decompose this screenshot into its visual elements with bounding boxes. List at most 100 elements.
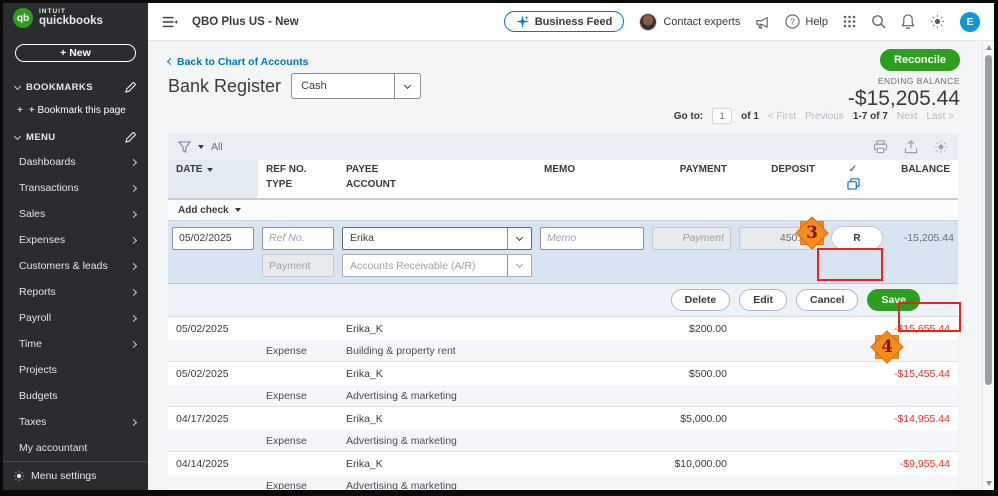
annotation-step-3-marker: 3: [794, 215, 830, 251]
cancel-button[interactable]: Cancel: [796, 289, 859, 311]
top-navigation: QBO Plus US - New Business Feed Contact …: [148, 3, 994, 41]
new-button[interactable]: + New: [15, 43, 136, 62]
sort-caret-icon: [207, 168, 214, 172]
chevron-down-icon[interactable]: [507, 227, 531, 249]
filter-all-label[interactable]: All: [211, 141, 223, 153]
table-settings-gear-icon[interactable]: [934, 140, 948, 154]
chevron-left-icon: [166, 57, 175, 66]
chevron-right-icon: [129, 288, 138, 296]
apps-grid-icon[interactable]: [843, 15, 856, 28]
help-question-icon: ?: [785, 14, 800, 29]
settings-gear-icon[interactable]: [930, 14, 945, 29]
copy-icon[interactable]: [846, 178, 860, 190]
sidebar-item-sales[interactable]: Sales: [3, 201, 148, 227]
scroll-up-arrow-icon[interactable]: [986, 45, 992, 50]
megaphone-icon[interactable]: [755, 15, 770, 29]
next-page-link[interactable]: Next: [897, 111, 918, 122]
sidebar-item-customers-leads[interactable]: Customers & leads: [3, 253, 148, 279]
chevron-right-icon: [129, 158, 138, 166]
type-input: [262, 254, 334, 277]
back-to-chart-of-accounts-link[interactable]: Back to Chart of Accounts: [166, 56, 308, 68]
quickbooks-logo[interactable]: qb INTUIT quickbooks: [3, 3, 148, 34]
chevron-down-icon[interactable]: [507, 255, 531, 276]
ending-balance-label: ENDING BALANCE: [877, 76, 960, 86]
edit-pencil-icon[interactable]: [125, 82, 136, 93]
print-icon[interactable]: [873, 140, 888, 154]
ref-no-input[interactable]: [262, 226, 334, 250]
search-icon[interactable]: [871, 14, 886, 29]
edit-pencil-icon[interactable]: [125, 132, 136, 143]
bookmark-this-page[interactable]: + + Bookmark this page: [3, 99, 148, 126]
page-number-input[interactable]: 1: [712, 108, 733, 124]
plus-icon: +: [17, 105, 23, 116]
qb-logo-icon: qb: [13, 8, 33, 29]
sidebar-item-dashboards[interactable]: Dashboards: [3, 149, 148, 175]
sidebar-item-projects[interactable]: Projects: [3, 357, 148, 383]
annotation-step-4-marker: 4: [869, 329, 905, 365]
scrollbar-thumb[interactable]: [985, 55, 992, 385]
payee-combobox[interactable]: Erika: [342, 226, 532, 250]
caret-down-icon: [234, 208, 241, 212]
sidebar-item-time[interactable]: Time: [3, 331, 148, 357]
column-header-balance: BALANCE: [901, 164, 950, 175]
business-feed-button[interactable]: Business Feed: [503, 11, 625, 32]
sidebar-item-reports[interactable]: Reports: [3, 279, 148, 305]
chevron-right-icon: [129, 418, 138, 426]
chevron-right-icon: [129, 340, 138, 348]
account-dropdown[interactable]: Accounts Receivable (A/R): [342, 254, 532, 277]
account-select[interactable]: Cash: [291, 73, 422, 99]
app-window: qb INTUIT quickbooks + New BOOKMARKS + +…: [0, 0, 998, 496]
first-page-link[interactable]: < First: [768, 111, 796, 122]
table-header-row: DATE REF NO. TYPE PAYEE ACCOUNT MEMO PAY…: [168, 160, 958, 200]
column-header-payee-account: PAYEE ACCOUNT: [346, 164, 396, 190]
reconcile-button[interactable]: Reconcile: [880, 49, 960, 71]
ending-balance-value: -$15,205.44: [847, 87, 960, 110]
user-avatar[interactable]: E: [960, 11, 980, 32]
notifications-bell-icon[interactable]: [901, 14, 915, 29]
chevron-down-icon: [394, 74, 420, 98]
column-header-ref-type: REF NO. TYPE: [266, 164, 307, 190]
sidebar-item-expenses[interactable]: Expenses: [3, 227, 148, 253]
sidebar-item-my-accountant[interactable]: My accountant: [3, 435, 148, 461]
sidebar-item-budgets[interactable]: Budgets: [3, 383, 148, 409]
chevron-right-icon: [129, 210, 138, 218]
edit-row-balance: -15,205.44: [903, 232, 954, 244]
memo-input[interactable]: [540, 226, 644, 250]
filter-bar: All: [168, 134, 958, 160]
sidebar: qb INTUIT quickbooks + New BOOKMARKS + +…: [3, 3, 148, 490]
annotation-box-save: [898, 302, 961, 332]
sidebar-item-transactions[interactable]: Transactions: [3, 175, 148, 201]
last-page-link[interactable]: Last >: [926, 111, 954, 122]
filter-caret-icon[interactable]: [198, 145, 204, 149]
transaction-row[interactable]: 05/02/2025 Erika_K $200.00 -$15,655.44 E…: [168, 317, 958, 362]
transaction-row[interactable]: 04/14/2025 Erika_K $10,000.00 -$9,955.44…: [168, 452, 958, 490]
column-header-date[interactable]: DATE: [168, 160, 258, 198]
export-icon[interactable]: [904, 140, 918, 154]
vertical-scrollbar[interactable]: [982, 41, 994, 490]
reconcile-status-button[interactable]: R: [831, 226, 883, 250]
sidebar-item-taxes[interactable]: Taxes: [3, 409, 148, 435]
sidebar-item-payroll[interactable]: Payroll: [3, 305, 148, 331]
chevron-right-icon: [129, 236, 138, 244]
go-to-label: Go to:: [673, 110, 704, 122]
column-header-payment: PAYMENT: [679, 164, 727, 175]
page-header: Back to Chart of Accounts Bank Register …: [148, 41, 994, 110]
annotation-box-r-status: [817, 248, 883, 281]
add-check-button[interactable]: Add check: [168, 200, 958, 221]
collapse-menu-icon[interactable]: [162, 15, 178, 29]
transaction-row[interactable]: 05/02/2025 Erika_K $500.00 -$15,455.44 E…: [168, 362, 958, 407]
menu-settings[interactable]: Menu settings: [3, 461, 148, 490]
chevron-right-icon: [129, 184, 138, 192]
transaction-row[interactable]: 04/17/2025 Erika_K $5,000.00 -$14,955.44…: [168, 407, 958, 452]
filter-funnel-icon[interactable]: [178, 141, 191, 153]
delete-button[interactable]: Delete: [670, 289, 731, 311]
help-button[interactable]: ? Help: [785, 14, 828, 29]
of-pages: of 1: [741, 110, 759, 122]
previous-page-link[interactable]: Previous: [805, 111, 844, 122]
scroll-down-arrow-icon[interactable]: [986, 481, 992, 486]
date-input[interactable]: [172, 226, 254, 250]
menu-section-header[interactable]: MENU: [3, 126, 148, 149]
bookmarks-section-header[interactable]: BOOKMARKS: [3, 76, 148, 99]
contact-experts-button[interactable]: Contact experts: [639, 12, 740, 31]
edit-button[interactable]: Edit: [739, 289, 788, 311]
